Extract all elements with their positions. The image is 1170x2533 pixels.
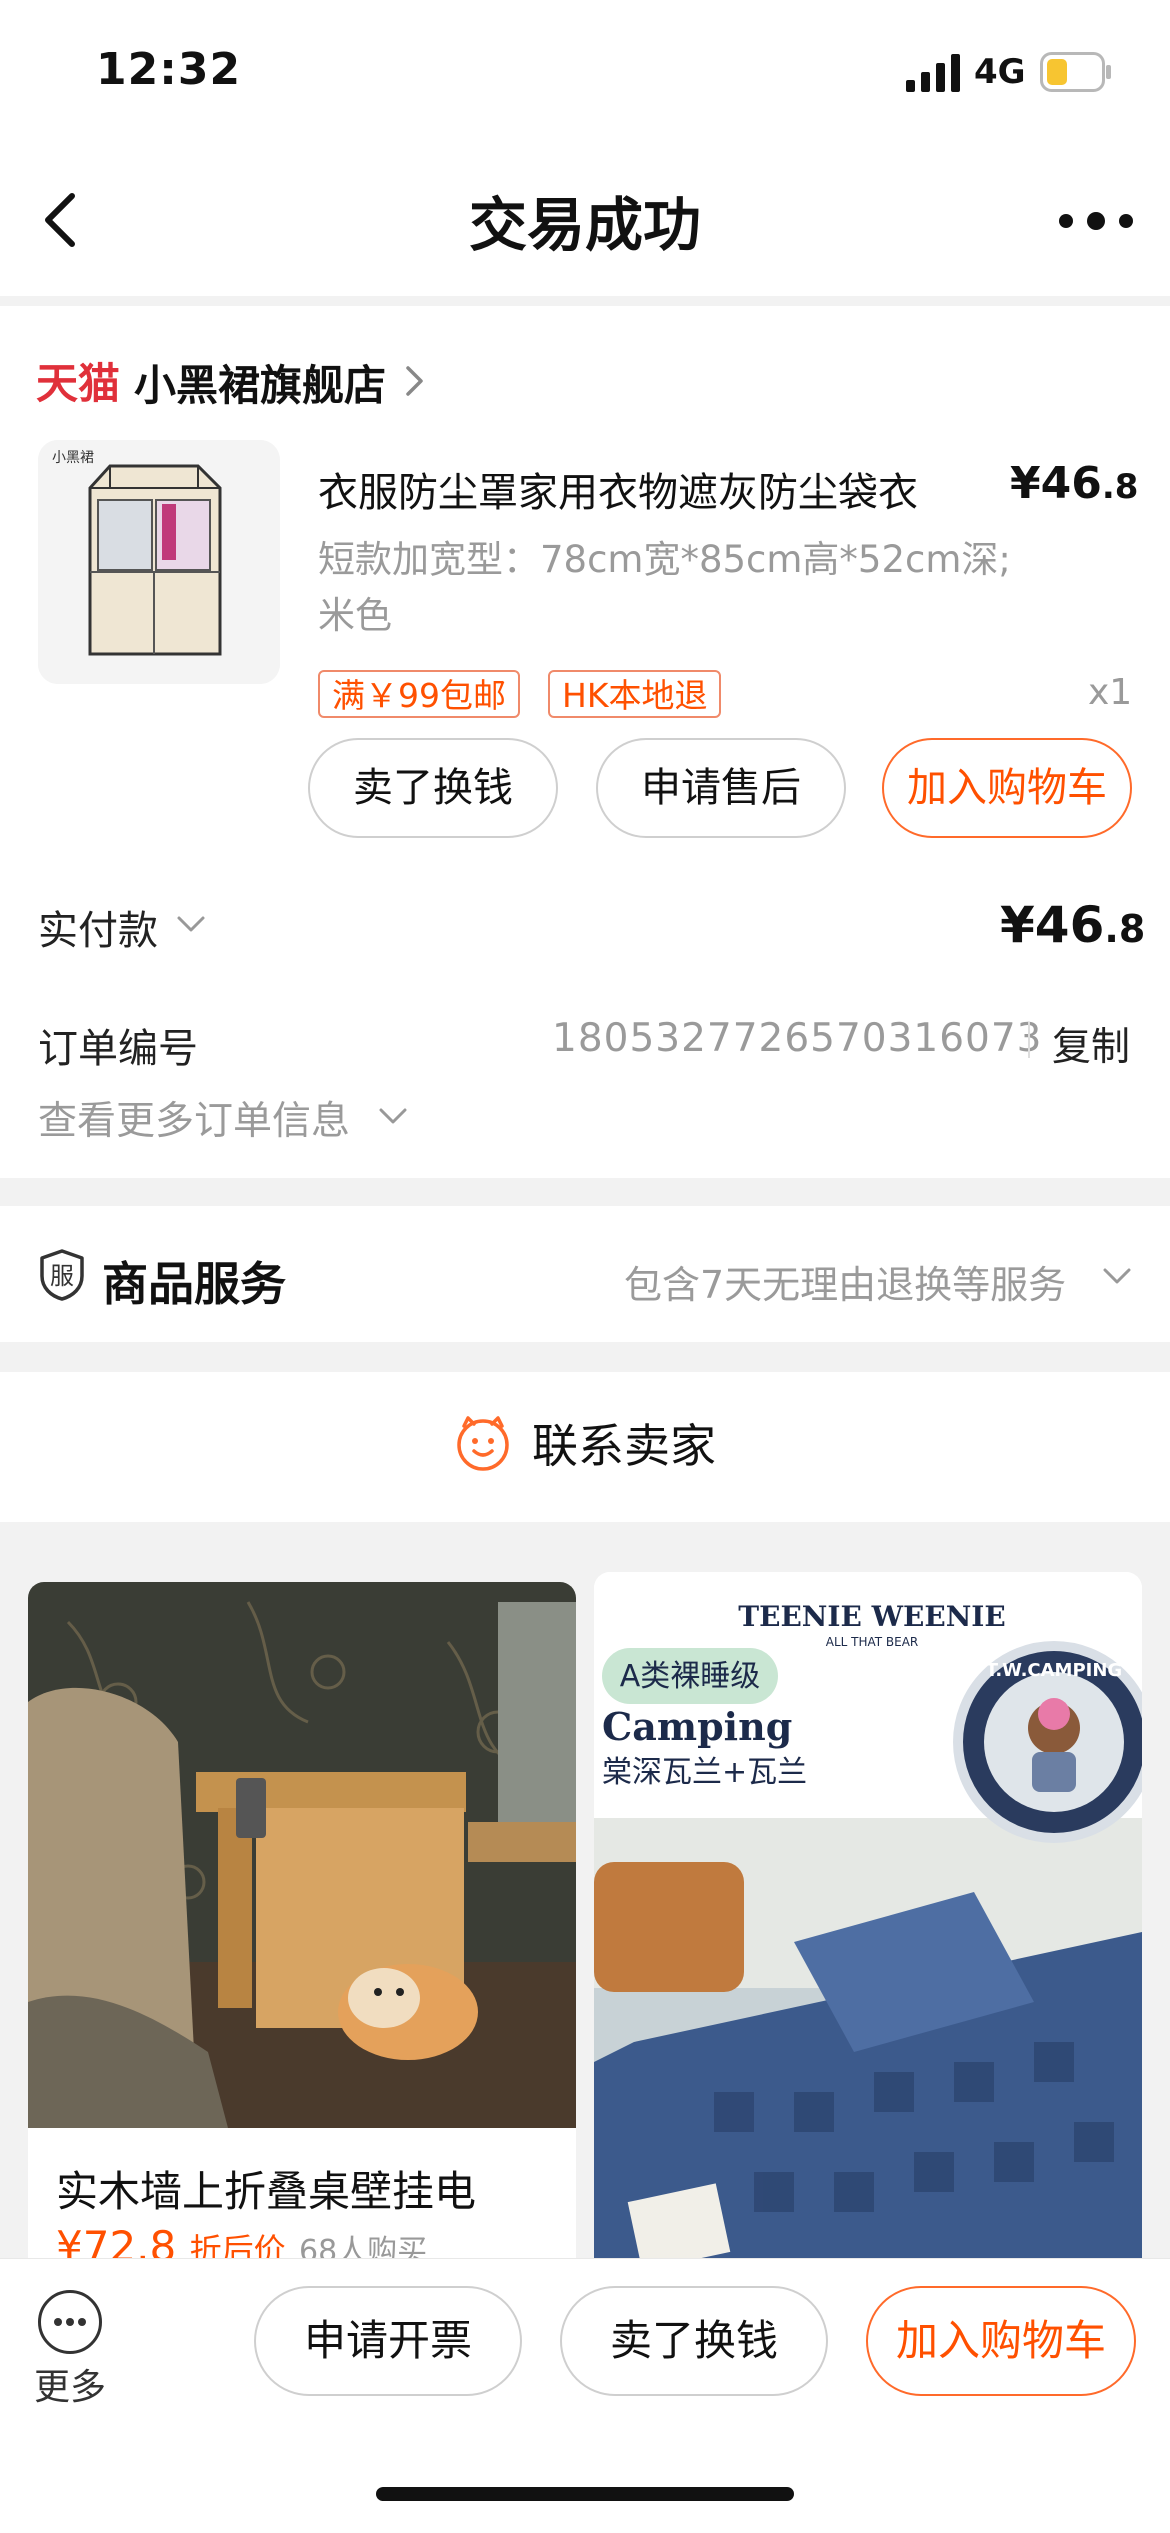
more-icon[interactable] (38, 2290, 102, 2354)
status-time: 12:32 (96, 44, 242, 95)
add-to-cart-button-bottom[interactable]: 加入购物车 (866, 2286, 1136, 2396)
chevron-down-icon[interactable] (378, 1106, 408, 1126)
chevron-down-icon[interactable] (176, 914, 206, 934)
product-image (28, 1582, 576, 2128)
service-description[interactable]: 包含7天无理由退换等服务 (624, 1254, 1066, 1309)
more-label[interactable]: 更多 (34, 2358, 106, 2410)
recommendation-card[interactable]: 实木墙上折叠桌壁挂电 ¥72.8 折后价 68人购买 (28, 1582, 576, 2302)
card-heading: Camping (602, 1704, 792, 1749)
add-to-cart-button[interactable]: 加入购物车 (882, 738, 1132, 838)
currency-symbol: ¥ (1000, 896, 1035, 954)
camping-logo-text: T.W.CAMPING (986, 1660, 1122, 1681)
product-title[interactable]: 衣服防尘罩家用衣物遮灰防尘袋衣 (318, 460, 918, 518)
chat-smile-icon (457, 1416, 509, 1471)
product-sku: 短款加宽型：78cm宽*85cm高*52cm深;米色 (318, 538, 1011, 637)
sell-button-bottom[interactable]: 卖了换钱 (560, 2286, 828, 2396)
more-order-info-link[interactable]: 查看更多订单信息 (38, 1090, 350, 1146)
contact-seller-label: 联系卖家 (532, 1419, 716, 1473)
recommendation-card[interactable]: TEENIE WEENIE ALL THAT BEAR A类裸睡级 Campin… (594, 1572, 1142, 2302)
card-subheading: 棠深瓦兰+瓦兰 (602, 1755, 807, 1790)
contact-seller-button[interactable]: 联系卖家 (0, 1410, 1170, 1483)
service-title: 商品服务 (102, 1257, 286, 1311)
more-options-icon[interactable] (1056, 206, 1136, 236)
amount-integer: 46 (1034, 896, 1105, 954)
shipping-tag: 满￥99包邮 (318, 670, 520, 718)
paid-amount: ¥46.8 (1000, 896, 1145, 954)
badge-text: A类裸睡级 (620, 1659, 761, 1694)
order-number-label: 订单编号 (38, 1026, 198, 1072)
chevron-down-icon[interactable] (1102, 1266, 1132, 1286)
chevron-right-icon[interactable] (404, 364, 426, 398)
product-thumbnail[interactable]: 小黑裙 (38, 440, 280, 684)
after-sales-button[interactable]: 申请售后 (596, 738, 846, 838)
network-type: 4G (974, 52, 1026, 92)
shop-name[interactable]: 小黑裙旗舰店 (134, 352, 386, 413)
page-title: 交易成功 (468, 191, 701, 259)
product-quantity: x1 (1088, 672, 1133, 713)
paid-label[interactable]: 实付款 (38, 898, 158, 956)
service-shield-icon: 服 (40, 1249, 84, 1301)
feed-item-title: 实木墙上折叠桌壁挂电 (56, 2167, 477, 2216)
currency-symbol: ¥ (1010, 458, 1041, 509)
product-image: TEENIE WEENIE ALL THAT BEAR A类裸睡级 Campin… (594, 1572, 1142, 2302)
return-tag: HK本地退 (548, 670, 722, 718)
divider (1028, 1022, 1030, 1058)
brand-tagline: ALL THAT BEAR (826, 1635, 919, 1649)
request-invoice-button[interactable]: 申请开票 (254, 2286, 522, 2396)
thumb-brand: 小黑裙 (52, 450, 94, 466)
signal-icon (906, 54, 960, 92)
shield-icon-label: 服 (50, 1262, 74, 1290)
sell-button[interactable]: 卖了换钱 (308, 738, 558, 838)
copy-button[interactable]: 复制 (1052, 1016, 1130, 1072)
tmall-logo: 天猫 (36, 359, 121, 408)
price-decimal: .8 (1101, 467, 1139, 507)
order-number: 1805327726570316073 (552, 1016, 1043, 1061)
price-integer: 46 (1040, 458, 1102, 509)
battery-icon (1040, 52, 1111, 92)
brand-name: TEENIE WEENIE (738, 1600, 1005, 1633)
product-price: ¥46.8 (1010, 458, 1138, 509)
amount-decimal: .8 (1104, 907, 1146, 951)
home-indicator[interactable] (376, 2487, 794, 2501)
